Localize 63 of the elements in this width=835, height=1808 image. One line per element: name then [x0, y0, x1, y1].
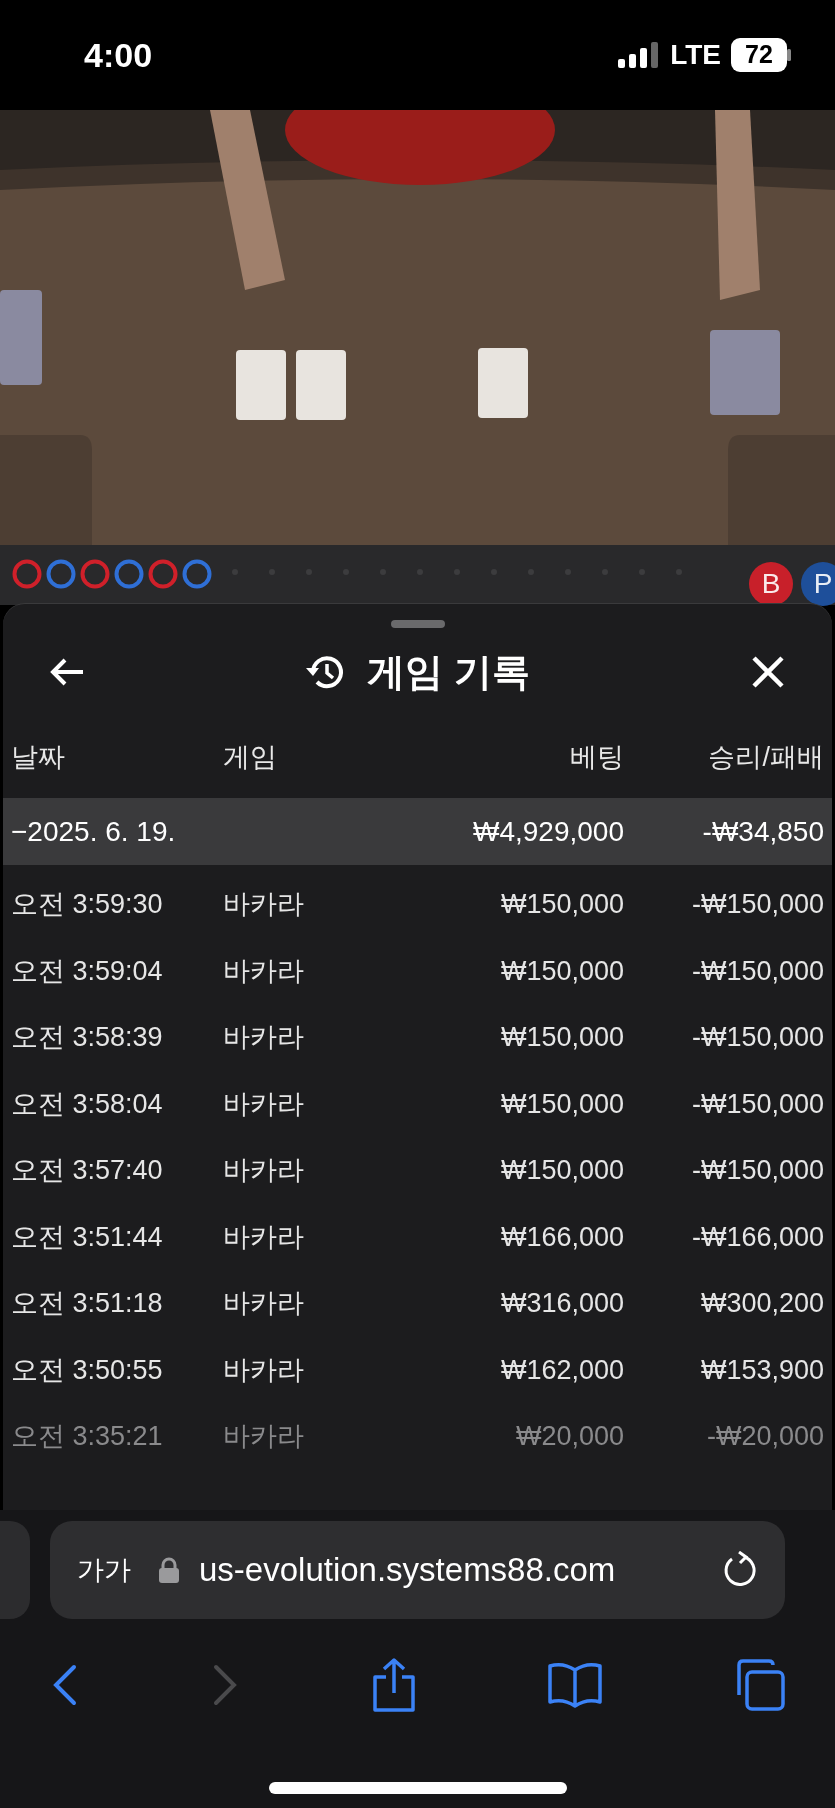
url-text: us-evolution.systems88.com	[199, 1550, 617, 1591]
game-cell-text: 바카라	[222, 1420, 305, 1453]
column-header[interactable]: 날짜	[11, 736, 211, 778]
game-cell-text: 바카라	[222, 954, 305, 988]
history-icon	[305, 653, 346, 691]
share-icon[interactable]	[370, 1657, 417, 1713]
bet-cell-text: ₩150,000	[499, 1021, 625, 1054]
time-cell-text: 오전 3:50:55	[11, 1353, 164, 1387]
bet-cell-text: ₩20,000	[514, 1420, 625, 1453]
bet-badge[interactable]: B	[749, 562, 793, 606]
time-cell-text: 오전 3:58:04	[11, 1087, 164, 1121]
game-cell-text: 바카라	[222, 1021, 305, 1054]
address-bar[interactable]: 가가 us-evolution.systems88.com	[50, 1521, 785, 1619]
game-cell-text: 바카라	[222, 1287, 305, 1320]
game-cell-text: 바카라	[222, 1087, 305, 1121]
column-header[interactable]: 승리/패배	[634, 736, 824, 778]
total-bet-text: ₩4,929,000	[472, 814, 625, 849]
clock-time: 4:00	[84, 34, 153, 76]
bet-cell-text: ₩150,000	[499, 1154, 625, 1187]
column-header[interactable]: 게임	[211, 736, 444, 778]
drag-handle[interactable]	[390, 620, 445, 628]
panel-title: 게임 기록	[367, 649, 530, 695]
bet-cell-text: ₩150,000	[499, 954, 625, 988]
reload-icon[interactable]	[722, 1551, 758, 1589]
lock-icon	[159, 1557, 179, 1583]
close-icon	[751, 655, 785, 689]
result-cell-text: -₩150,000	[690, 1021, 824, 1054]
time-cell-text: 오전 3:59:04	[11, 954, 164, 988]
network-label: LTE	[670, 38, 721, 72]
time-cell-text: 오전 3:51:44	[11, 1220, 164, 1254]
result-cell-text: -₩20,000	[705, 1420, 824, 1453]
game-cell-text: 바카라	[222, 888, 305, 921]
game-cell-text: 바카라	[222, 1353, 305, 1387]
column-header[interactable]: 베팅	[444, 736, 634, 778]
time-cell-text: 오전 3:59:30	[11, 888, 164, 921]
total-result-text: -₩34,850	[701, 814, 824, 849]
game-cell-text: 바카라	[222, 1220, 305, 1254]
result-cell-text: -₩166,000	[690, 1220, 824, 1254]
bet-badge[interactable]: P	[801, 562, 835, 606]
bet-cell-text: ₩162,000	[499, 1353, 625, 1387]
result-cell-text: ₩300,200	[699, 1287, 824, 1320]
bet-cell-text: ₩316,000	[499, 1287, 625, 1320]
result-cell-text: -₩150,000	[690, 1087, 824, 1121]
time-cell-text: 오전 3:51:18	[11, 1287, 164, 1320]
date-text: −2025. 6. 19.	[11, 814, 177, 849]
time-cell-text: 오전 3:57:40	[11, 1154, 164, 1187]
bet-cell-text: ₩150,000	[499, 1087, 625, 1121]
bet-cell-text: ₩166,000	[499, 1220, 625, 1254]
signal-icon	[618, 42, 661, 68]
result-cell-text: -₩150,000	[690, 954, 824, 988]
game-cell-text: 바카라	[222, 1154, 305, 1187]
bet-cell-text: ₩150,000	[499, 888, 625, 921]
time-cell-text: 오전 3:35:21	[11, 1420, 164, 1453]
result-cell-text: -₩150,000	[690, 888, 824, 921]
date-summary-row[interactable]: −2025. 6. 19. ₩4,929,000 -₩34,850	[3, 798, 832, 865]
battery-tip-icon	[787, 49, 791, 61]
result-cell-text: ₩153,900	[699, 1353, 824, 1387]
result-cell-text: -₩150,000	[690, 1154, 824, 1187]
back-arrow-icon	[49, 657, 85, 687]
battery-icon: 72	[731, 38, 787, 72]
book-icon[interactable]	[546, 1662, 603, 1708]
time-cell-text: 오전 3:58:39	[11, 1021, 164, 1054]
text-size-button[interactable]: 가가	[77, 1549, 131, 1591]
